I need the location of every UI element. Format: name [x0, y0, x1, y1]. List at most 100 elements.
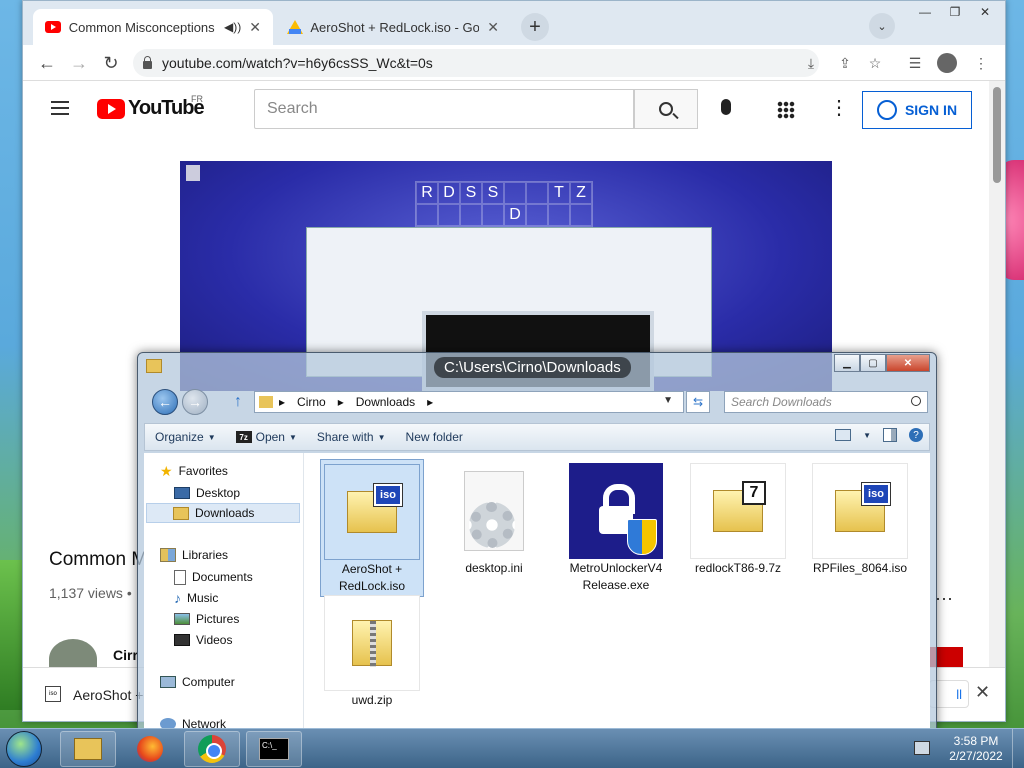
change-view-icon[interactable]	[835, 429, 852, 441]
breadcrumb-item[interactable]: Downloads	[350, 395, 421, 409]
explorer-toolbar: Organize ▼ 7z Open ▼ Share with ▼ New folder…	[144, 423, 930, 451]
file-item[interactable]: iso RPFiles_8064.iso	[808, 459, 912, 578]
sidebar-item-music[interactable]: ♪ Music	[174, 588, 218, 608]
search-input[interactable]: Search	[254, 89, 634, 129]
tile: S	[460, 182, 482, 204]
more-actions-icon[interactable]: ⋯	[935, 589, 953, 610]
close-icon[interactable]: ✕	[249, 19, 261, 36]
scroll-thumb[interactable]	[993, 87, 1001, 183]
chevron-down-icon[interactable]: ▼	[863, 431, 871, 440]
menu-icon[interactable]: ⋮	[971, 53, 991, 73]
chevron-down-icon: ▼	[207, 432, 216, 442]
tab-youtube[interactable]: Common Misconceptions - V ◀)) ✕	[33, 9, 273, 45]
sidebar-item-libraries[interactable]: Libraries	[160, 545, 228, 565]
install-icon[interactable]: ⤓	[801, 53, 821, 73]
share-with-button[interactable]: Share with ▼	[307, 424, 396, 450]
help-icon[interactable]: ?	[909, 428, 923, 442]
start-button[interactable]	[6, 731, 42, 767]
taskbar-explorer[interactable]	[60, 731, 116, 767]
close-icon[interactable]: ✕	[487, 19, 499, 36]
organize-button[interactable]: Organize ▼	[145, 424, 226, 450]
forward-arrow-icon[interactable]: →	[67, 51, 91, 75]
chevron-down-icon[interactable]: ▼	[657, 395, 679, 406]
reading-list-icon[interactable]: ☰	[905, 53, 925, 73]
new-folder-button[interactable]: New folder	[396, 424, 473, 450]
search-icon	[659, 102, 673, 116]
channel-name[interactable]: Cirr	[113, 647, 138, 663]
back-arrow-icon[interactable]: ←	[152, 389, 178, 415]
file-thumbnail: 7	[690, 463, 786, 559]
sidebar-item-pictures[interactable]: Pictures	[174, 609, 239, 629]
sidebar-label: Downloads	[195, 506, 255, 520]
user-icon	[876, 100, 897, 120]
download-item[interactable]: AeroShot +	[73, 687, 143, 703]
clock[interactable]: 3:58 PM 2/27/2022	[944, 734, 1008, 764]
sidebar-item-documents[interactable]: Documents	[174, 567, 253, 587]
window-title: C:\Users\Cirno\Downloads	[434, 357, 631, 378]
star-icon[interactable]: ☆	[865, 53, 885, 73]
tile	[526, 204, 548, 226]
search-input[interactable]: Search Downloads	[724, 391, 928, 413]
file-item[interactable]: desktop.ini	[442, 459, 546, 578]
tile	[438, 204, 460, 226]
page-scrollbar[interactable]	[989, 81, 1005, 707]
settings-file-icon	[464, 471, 524, 551]
close-icon[interactable]: ✕	[975, 682, 990, 703]
forward-arrow-icon[interactable]: →	[182, 389, 208, 415]
sidebar-item-favorites[interactable]: ★ Favorites	[160, 461, 228, 481]
breadcrumb-item[interactable]: Cirno	[291, 395, 332, 409]
close-button[interactable]: ✕	[886, 354, 930, 372]
tile	[570, 204, 592, 226]
share-icon[interactable]: ⇪	[835, 53, 855, 73]
taskbar-cmd[interactable]: C:\_	[246, 731, 302, 767]
preview-pane-icon[interactable]	[883, 428, 897, 442]
taskbar: C:\_ 3:58 PM 2/27/2022	[0, 728, 1024, 768]
refresh-icon[interactable]: ⇆	[686, 391, 710, 413]
close-button[interactable]: ✕	[971, 3, 999, 21]
network-tray-icon[interactable]	[914, 741, 930, 755]
youtube-logo[interactable]: YouTube	[97, 97, 205, 120]
file-item[interactable]: iso AeroShot + RedLock.iso	[320, 459, 424, 597]
hamburger-menu-icon[interactable]	[51, 101, 69, 115]
tab-drive[interactable]: AeroShot + RedLock.iso - Google ✕	[275, 9, 511, 45]
more-options-icon[interactable]: ⋮	[829, 95, 849, 120]
address-bar[interactable]: youtube.com/watch?v=h6y6csSS_Wc&t=0s	[133, 49, 819, 77]
maximize-button[interactable]: ❐	[941, 3, 969, 21]
new-tab-button[interactable]: +	[521, 13, 549, 41]
separator: •	[126, 585, 132, 601]
navigation-pane: ★ Favorites Desktop Downloads Libraries D…	[144, 453, 304, 733]
taskbar-firefox[interactable]	[122, 731, 178, 767]
up-arrow-icon[interactable]: ↑	[234, 393, 242, 411]
open-button[interactable]: 7z Open ▼	[226, 424, 307, 450]
file-item[interactable]: uwd.zip	[320, 591, 424, 710]
search-button[interactable]	[634, 89, 698, 129]
sign-in-button[interactable]: SIGN IN	[862, 91, 972, 129]
url-text: youtube.com/watch?v=h6y6csSS_Wc&t=0s	[162, 55, 433, 71]
taskbar-chrome[interactable]	[184, 731, 240, 767]
sidebar-item-computer[interactable]: Computer	[160, 672, 235, 692]
explorer-titlebar[interactable]: C:\Users\Cirno\Downloads ▁ ▢ ✕	[138, 353, 936, 383]
speaker-icon[interactable]: ◀))	[224, 20, 241, 34]
sidebar-label: Videos	[196, 633, 233, 647]
reload-icon[interactable]: ↻	[99, 51, 123, 75]
chevron-down-icon[interactable]: ⌄	[869, 13, 895, 39]
file-name: uwd.zip	[351, 693, 393, 707]
sidebar-item-videos[interactable]: Videos	[174, 630, 232, 650]
back-arrow-icon[interactable]: ←	[35, 51, 59, 75]
minimize-button[interactable]: —	[911, 3, 939, 21]
sidebar-item-desktop[interactable]: Desktop	[174, 483, 240, 503]
iso-file-icon: iso	[347, 484, 402, 533]
microphone-icon[interactable]	[721, 99, 731, 115]
show-desktop-button[interactable]	[1012, 729, 1024, 768]
sidebar-item-downloads[interactable]: Downloads	[146, 503, 300, 523]
organize-label: Organize	[155, 430, 204, 444]
file-item[interactable]: MetroUnlockerV4 Release.exe	[564, 459, 668, 595]
file-item[interactable]: 7 redlockT86-9.7z	[686, 459, 790, 578]
profile-icon[interactable]	[937, 53, 957, 73]
open-label: Open	[255, 430, 285, 444]
minimize-button[interactable]: ▁	[834, 354, 860, 372]
address-bar[interactable]: ▸ Cirno ▸ Downloads ▸ ▼	[254, 391, 684, 413]
tile	[460, 204, 482, 226]
maximize-button[interactable]: ▢	[860, 354, 886, 372]
apps-grid-icon[interactable]	[777, 101, 795, 119]
